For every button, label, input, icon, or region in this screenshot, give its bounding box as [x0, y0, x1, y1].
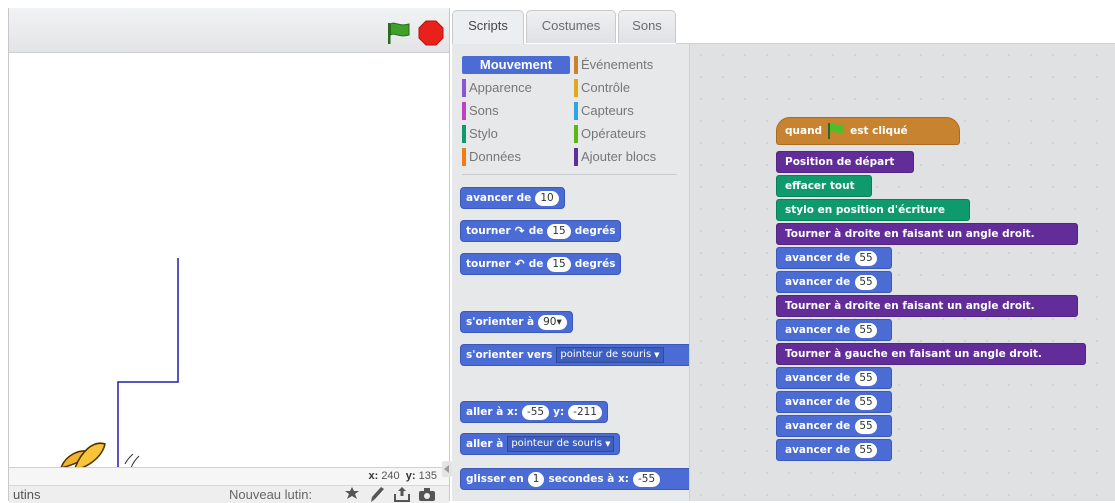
- category-events[interactable]: Événements: [574, 56, 682, 74]
- stage-header: [9, 8, 449, 53]
- block-point-towards[interactable]: s'orienter vers pointeur de souris: [460, 344, 689, 366]
- paint-brush-icon[interactable]: [368, 486, 386, 502]
- scratch-editor: x: 240 y: 135 utins Nouveau lutin: Scrip…: [0, 0, 1115, 503]
- sprites-bar: utins Nouveau lutin:: [9, 485, 449, 503]
- mouse-coordinates: x: 240 y: 135: [368, 470, 437, 482]
- category-more-blocks[interactable]: Ajouter blocs: [574, 148, 682, 166]
- mouse-x-value: 240: [381, 470, 400, 482]
- editor-tabs: Scripts Costumes Sons: [452, 10, 1115, 44]
- block-palette: Mouvement Événements Apparence Contrôle …: [452, 44, 690, 501]
- pen-drawing: [117, 258, 179, 467]
- stage-canvas[interactable]: [9, 53, 449, 467]
- panel-collapse-handle[interactable]: [442, 461, 452, 477]
- steps-input[interactable]: 55: [855, 250, 877, 266]
- block-move-55[interactable]: avancer de 55: [776, 247, 892, 269]
- block-move-55[interactable]: avancer de 55: [776, 319, 892, 341]
- category-sound[interactable]: Sons: [462, 102, 570, 120]
- x-input[interactable]: -55: [633, 471, 661, 487]
- block-turn-left[interactable]: tourner ↶ de 15 degrés: [460, 253, 622, 275]
- category-operators[interactable]: Opérateurs: [574, 125, 682, 143]
- mouse-sprite-icon[interactable]: [53, 434, 163, 467]
- new-sprite-tools: [343, 486, 436, 502]
- target-dropdown[interactable]: pointeur de souris: [556, 347, 664, 363]
- category-looks[interactable]: Apparence: [462, 79, 570, 97]
- green-flag-icon[interactable]: [385, 22, 411, 44]
- script-area[interactable]: quand est cliqué Position de départ effa…: [690, 44, 1115, 501]
- y-input[interactable]: -211: [568, 404, 602, 420]
- steps-input[interactable]: 55: [855, 442, 877, 458]
- sprite-library-icon[interactable]: [343, 486, 361, 502]
- block-move-55[interactable]: avancer de 55: [776, 391, 892, 413]
- rotate-clockwise-icon: ↷: [514, 224, 525, 238]
- target-dropdown[interactable]: pointeur de souris: [507, 436, 615, 452]
- sprites-label: utins: [13, 487, 41, 502]
- x-input[interactable]: -55: [521, 404, 550, 420]
- block-pen-down[interactable]: stylo en position d'écriture: [776, 199, 970, 221]
- camera-icon[interactable]: [418, 486, 436, 502]
- degrees-input[interactable]: 15: [547, 223, 571, 239]
- seconds-input[interactable]: 1: [527, 471, 545, 487]
- steps-input[interactable]: 55: [855, 394, 877, 410]
- stage-panel: x: 240 y: 135 utins Nouveau lutin:: [8, 8, 450, 503]
- steps-input[interactable]: 55: [855, 322, 877, 338]
- block-move-55[interactable]: avancer de 55: [776, 415, 892, 437]
- mouse-y-value: 135: [418, 470, 437, 482]
- tab-scripts[interactable]: Scripts: [452, 10, 524, 44]
- block-go-to[interactable]: aller à pointeur de souris: [460, 433, 621, 455]
- block-clear[interactable]: effacer tout: [776, 175, 872, 197]
- block-glide[interactable]: glisser en 1 secondes à x: -55: [460, 468, 689, 490]
- steps-input[interactable]: 55: [855, 274, 877, 290]
- block-point-direction[interactable]: s'orienter à 90▾: [460, 311, 573, 333]
- palette-separator: [462, 174, 677, 175]
- block-move-55[interactable]: avancer de 55: [776, 367, 892, 389]
- hat-block-when-flag-clicked[interactable]: quand est cliqué: [776, 117, 960, 145]
- block-move-55[interactable]: avancer de 55: [776, 271, 892, 293]
- block-turn-right[interactable]: tourner ↷ de 15 degrés: [460, 220, 622, 242]
- degrees-input[interactable]: 15: [547, 256, 571, 272]
- block-turn-right-angle[interactable]: Tourner à droite en faisant un angle dro…: [776, 295, 1078, 317]
- stop-icon[interactable]: [418, 20, 444, 46]
- direction-input[interactable]: 90▾: [538, 314, 567, 330]
- block-turn-left-angle[interactable]: Tourner à gauche en faisant un angle dro…: [776, 343, 1086, 365]
- steps-input[interactable]: 10: [535, 190, 559, 206]
- block-position-depart[interactable]: Position de départ: [776, 151, 914, 173]
- stage-footer: x: 240 y: 135 utins Nouveau lutin:: [9, 467, 449, 503]
- rotate-counterclockwise-icon: ↶: [514, 257, 525, 271]
- category-motion[interactable]: Mouvement: [462, 56, 570, 74]
- block-go-to-xy[interactable]: aller à x: -55 y: -211: [460, 401, 608, 423]
- block-turn-right-angle[interactable]: Tourner à droite en faisant un angle dro…: [776, 223, 1078, 245]
- tab-costumes[interactable]: Costumes: [526, 10, 616, 43]
- category-data[interactable]: Données: [462, 148, 570, 166]
- green-flag-icon: [828, 123, 845, 139]
- steps-input[interactable]: 55: [855, 370, 877, 386]
- tab-sounds[interactable]: Sons: [618, 10, 676, 43]
- category-pen[interactable]: Stylo: [462, 125, 570, 143]
- category-control[interactable]: Contrôle: [574, 79, 682, 97]
- upload-icon[interactable]: [393, 486, 411, 502]
- block-move-steps[interactable]: avancer de 10: [460, 187, 565, 209]
- category-sensing[interactable]: Capteurs: [574, 102, 682, 120]
- new-sprite-label: Nouveau lutin:: [229, 487, 313, 502]
- steps-input[interactable]: 55: [855, 418, 877, 434]
- block-move-55[interactable]: avancer de 55: [776, 439, 892, 461]
